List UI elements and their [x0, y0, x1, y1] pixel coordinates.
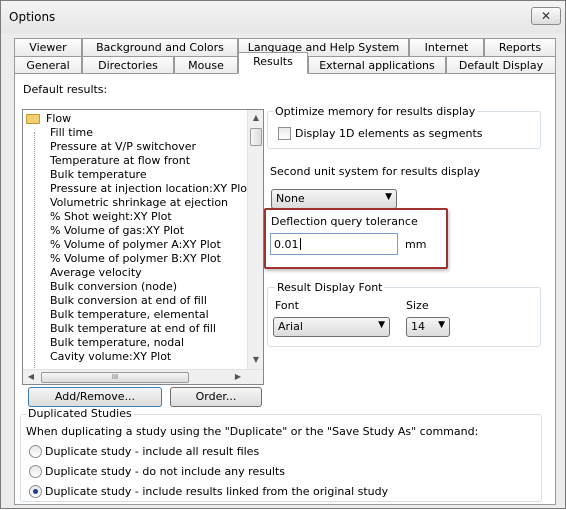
tree-root-flow[interactable]: Flow	[46, 112, 71, 126]
chevron-down-icon: ▼	[378, 320, 385, 330]
list-item[interactable]: Volumetric shrinkage at ejection	[50, 196, 228, 210]
scroll-right-arrow-icon[interactable]: ▶	[231, 370, 245, 384]
list-item[interactable]: % Shot weight:XY Plot	[50, 210, 172, 224]
list-item[interactable]: Pressure at injection location:XY Plot	[50, 182, 251, 196]
list-item[interactable]: Bulk temperature, elemental	[50, 308, 209, 322]
chevron-down-icon: ▼	[438, 320, 445, 330]
options-dialog: Options ✕ Viewer Background and Colors L…	[0, 0, 566, 509]
font-select[interactable]: Arial ▼	[273, 317, 390, 337]
duplicated-studies-description: When duplicating a study using the "Dupl…	[26, 425, 479, 438]
duplicate-all-results-label: Duplicate study - include all result fil…	[45, 445, 260, 458]
size-value: 14	[411, 320, 425, 333]
chevron-down-icon: ▼	[385, 192, 392, 202]
list-item[interactable]: Cavity volume:XY Plot	[50, 350, 171, 364]
list-item[interactable]: Pressure at V/P switchover	[50, 140, 196, 154]
list-item[interactable]: Bulk conversion (node)	[50, 280, 177, 294]
list-item[interactable]: % Volume of gas:XY Plot	[50, 224, 184, 238]
size-label: Size	[406, 299, 429, 312]
list-item[interactable]: Bulk temperature	[50, 168, 147, 182]
list-item[interactable]: Bulk temperature at end of fill	[50, 322, 216, 336]
font-value: Arial	[278, 320, 303, 333]
list-item[interactable]: Average velocity	[50, 266, 142, 280]
duplicate-no-results-radio[interactable]	[29, 465, 42, 478]
scroll-grip-icon: III	[111, 373, 119, 381]
horizontal-scrollbar[interactable]: ◀ III ▶	[23, 369, 263, 384]
second-unit-label: Second unit system for results display	[270, 165, 481, 178]
list-item[interactable]: Bulk conversion at end of fill	[50, 294, 207, 308]
duplicated-studies-title: Duplicated Studies	[26, 407, 134, 420]
list-item[interactable]: % Volume of polymer B:XY Plot	[50, 252, 221, 266]
result-display-font-title: Result Display Font	[275, 281, 385, 294]
deflection-highlight-box	[264, 208, 448, 269]
folder-open-icon	[26, 114, 40, 124]
duplicate-linked-results-radio[interactable]	[29, 485, 42, 498]
display-1d-segments-label: Display 1D elements as segments	[295, 127, 483, 140]
vertical-scroll-thumb[interactable]	[250, 128, 262, 146]
vertical-scrollbar[interactable]: ▲ ▼	[247, 110, 263, 369]
list-item[interactable]: Temperature at flow front	[50, 154, 190, 168]
display-1d-segments-checkbox[interactable]	[278, 127, 291, 140]
list-item[interactable]: Bulk temperature, nodal	[50, 336, 184, 350]
horizontal-scroll-thumb[interactable]: III	[41, 372, 189, 383]
font-label: Font	[275, 299, 299, 312]
default-results-label: Default results:	[23, 83, 108, 96]
optimize-memory-title: Optimize memory for results display	[273, 105, 478, 118]
list-item[interactable]: % Volume of polymer A:XY Plot	[50, 238, 221, 252]
duplicate-no-results-label: Duplicate study - do not include any res…	[45, 465, 286, 478]
duplicate-linked-results-label: Duplicate study - include results linked…	[45, 485, 389, 498]
scroll-down-arrow-icon[interactable]: ▼	[249, 353, 263, 367]
duplicate-all-results-radio[interactable]	[29, 445, 42, 458]
scroll-up-arrow-icon[interactable]: ▲	[249, 111, 263, 125]
tree-connector	[34, 132, 35, 370]
order-button[interactable]: Order...	[170, 387, 262, 407]
default-results-tree[interactable]: Flow Fill time Pressure at V/P switchove…	[22, 109, 264, 385]
list-item[interactable]: Fill time	[50, 126, 93, 140]
size-select[interactable]: 14 ▼	[406, 317, 450, 337]
add-remove-button[interactable]: Add/Remove...	[28, 387, 162, 407]
scroll-left-arrow-icon[interactable]: ◀	[24, 370, 38, 384]
second-unit-select[interactable]: None ▼	[271, 189, 397, 209]
second-unit-value: None	[276, 192, 305, 205]
